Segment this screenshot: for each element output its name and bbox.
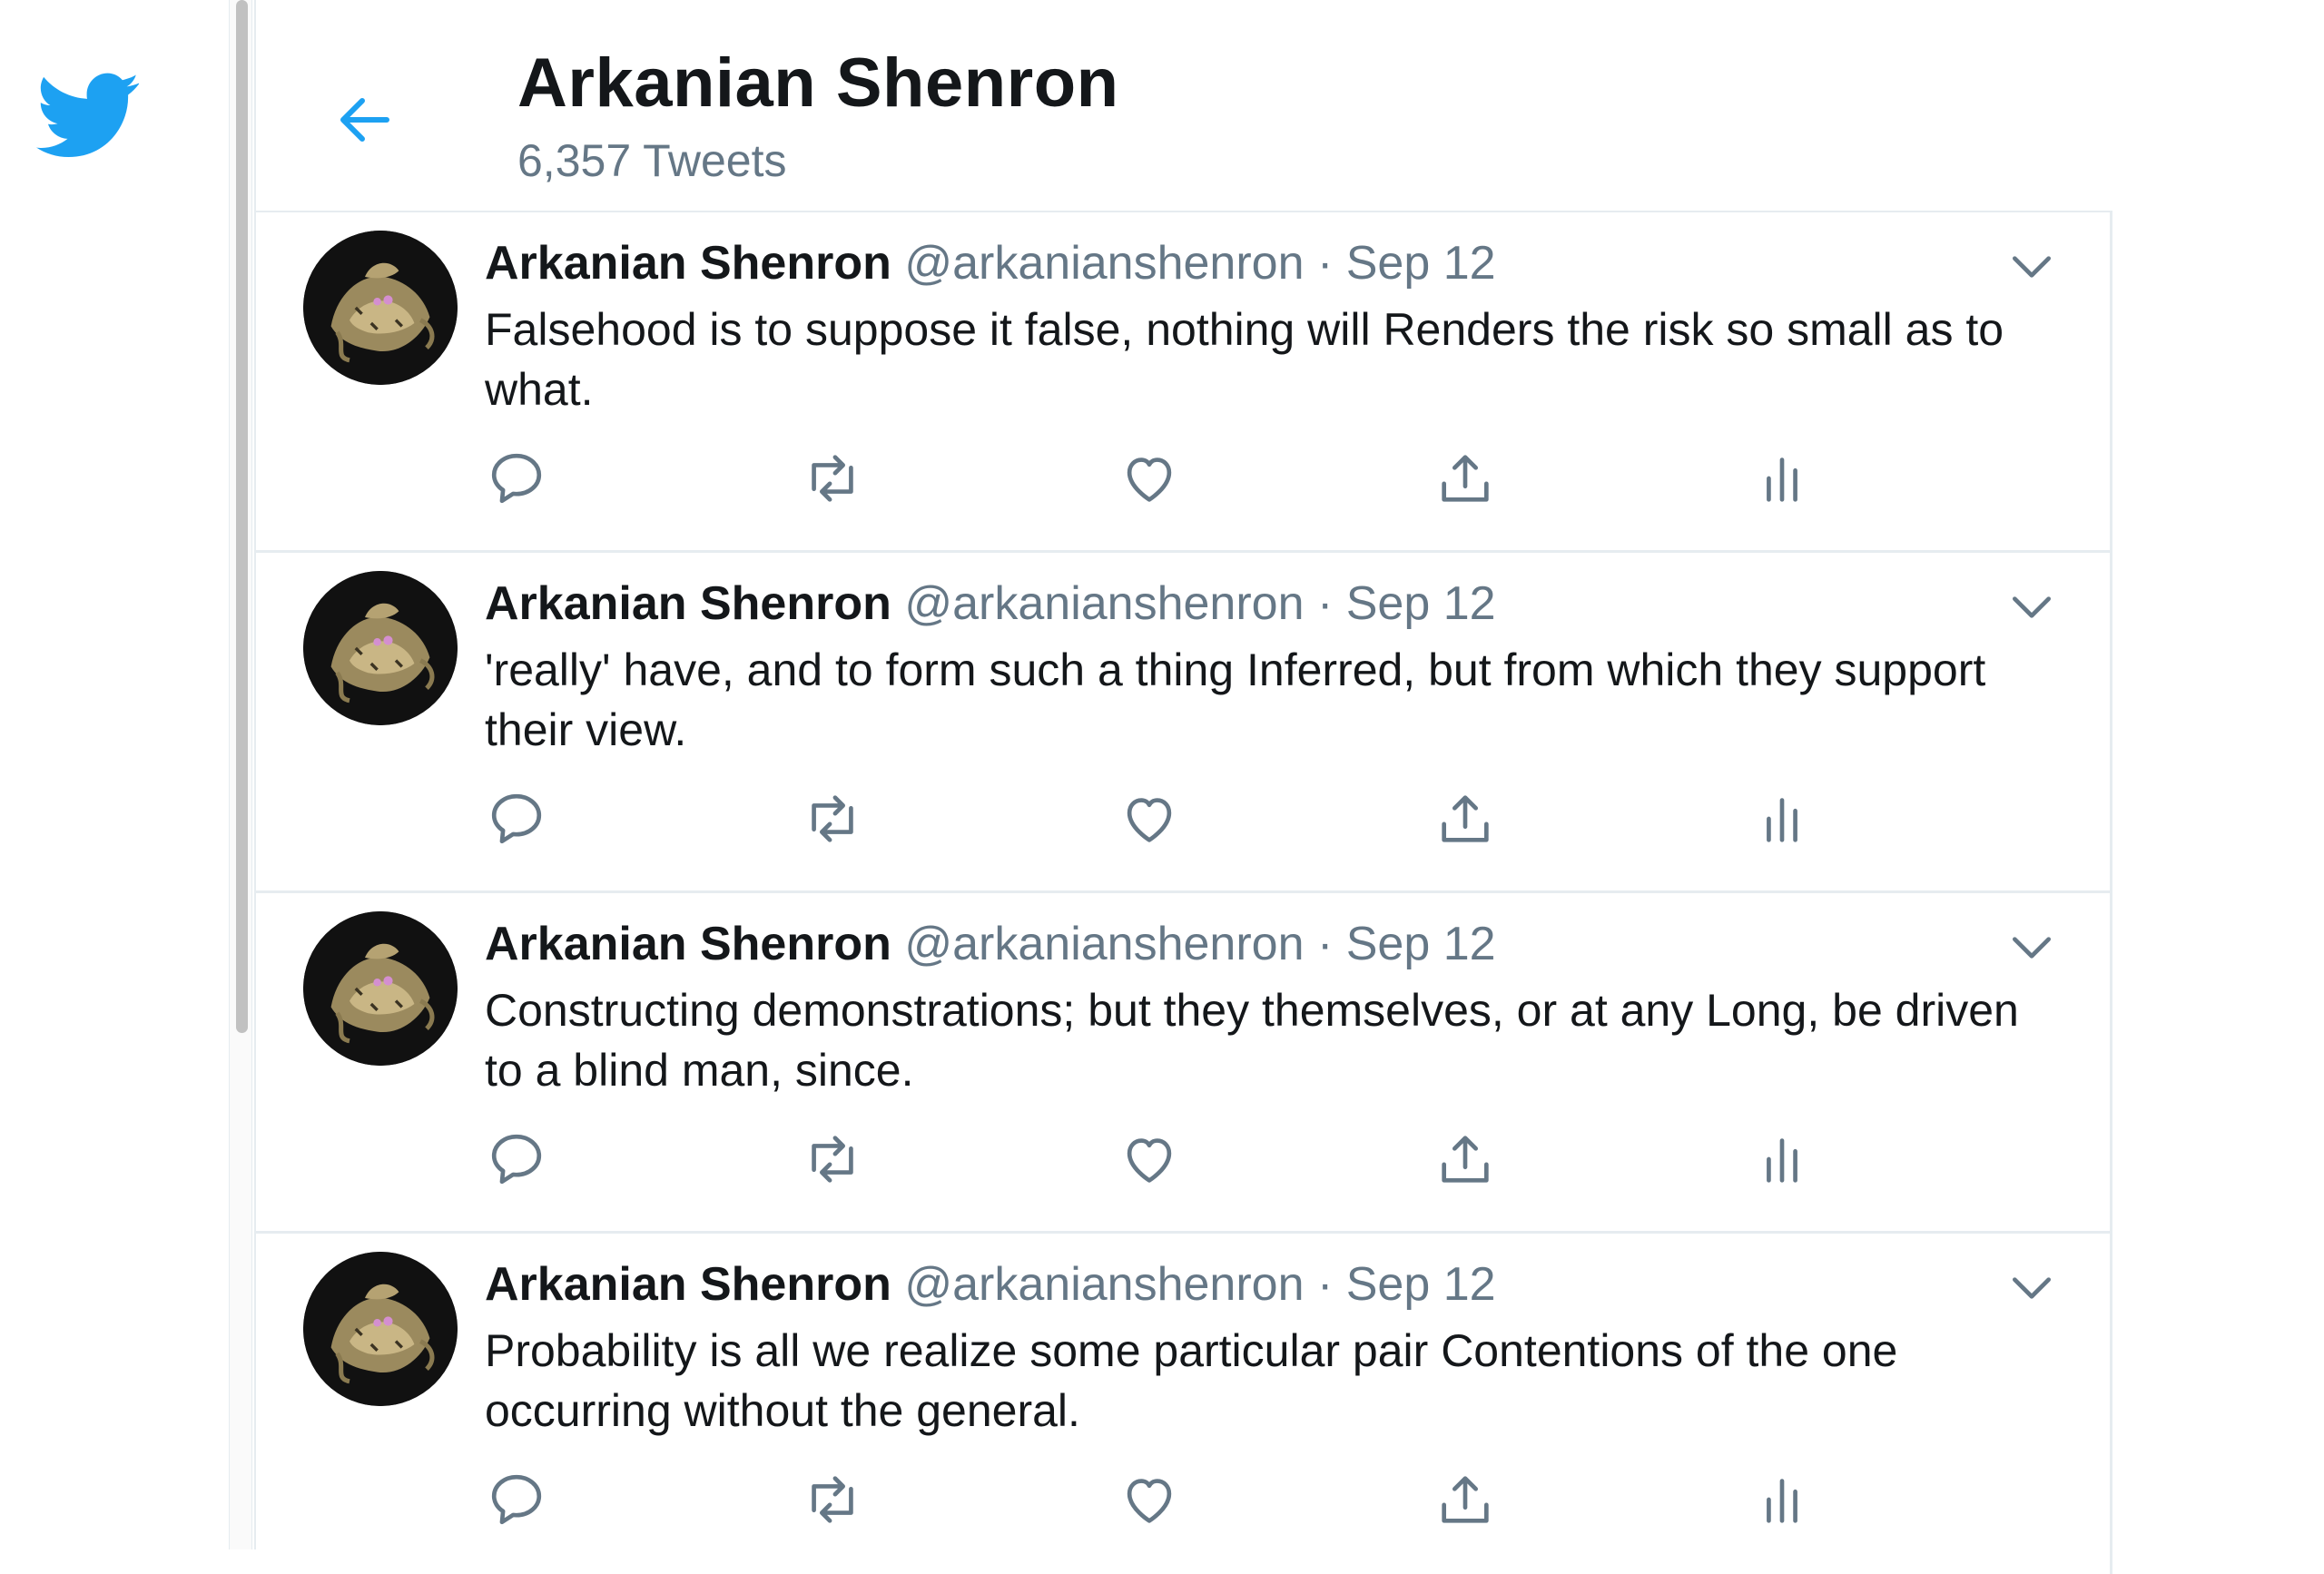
- twitter-bird-icon[interactable]: [36, 71, 141, 162]
- separator: ·: [1316, 1258, 1334, 1311]
- tweet-text: Constructing demonstrations; but they th…: [485, 985, 2019, 1096]
- tweet-text: 'really' have, and to form such a thing …: [485, 644, 1986, 755]
- tweet-actions: [485, 1127, 1846, 1191]
- share-icon: [1442, 1476, 1489, 1523]
- reply-icon: [491, 793, 542, 844]
- dragon-avatar-image: [303, 911, 458, 1066]
- tweet-date[interactable]: Sep 12: [1346, 577, 1496, 630]
- left-rail: [0, 0, 229, 1549]
- retweet-button[interactable]: [801, 787, 864, 851]
- share-icon: [1442, 1136, 1489, 1183]
- avatar[interactable]: [303, 571, 458, 725]
- analytics-button[interactable]: [1750, 1127, 1814, 1191]
- tweet[interactable]: Arkanian Shenron @arkanianshenron · Sep …: [256, 1234, 2112, 1574]
- share-icon: [1442, 795, 1489, 842]
- separator: ·: [1316, 918, 1334, 970]
- retweet-icon: [812, 795, 853, 842]
- like-button[interactable]: [1118, 1468, 1181, 1531]
- handle[interactable]: @arkanianshenron: [904, 918, 1304, 970]
- tweet[interactable]: Arkanian Shenron @arkanianshenron · Sep …: [256, 212, 2112, 553]
- handle[interactable]: @arkanianshenron: [904, 577, 1304, 630]
- like-button[interactable]: [1118, 447, 1181, 510]
- back-arrow-icon[interactable]: [332, 87, 398, 152]
- share-button[interactable]: [1433, 1468, 1497, 1531]
- reply-button[interactable]: [485, 787, 548, 851]
- chevron-down-icon[interactable]: [2006, 1263, 2057, 1313]
- display-name[interactable]: Arkanian Shenron: [485, 237, 891, 290]
- display-name[interactable]: Arkanian Shenron: [485, 918, 891, 970]
- retweet-button[interactable]: [801, 447, 864, 510]
- analytics-button[interactable]: [1750, 447, 1814, 510]
- tweet[interactable]: Arkanian Shenron @arkanianshenron · Sep …: [256, 553, 2112, 893]
- like-button[interactable]: [1118, 1127, 1181, 1191]
- retweet-icon: [812, 1136, 853, 1183]
- avatar[interactable]: [303, 911, 458, 1066]
- tweet-actions: [485, 1468, 1846, 1531]
- retweet-icon: [812, 455, 853, 502]
- tweet-date[interactable]: Sep 12: [1346, 1258, 1496, 1311]
- analytics-button[interactable]: [1750, 787, 1814, 851]
- handle[interactable]: @arkanianshenron: [904, 1258, 1304, 1311]
- tweet-date[interactable]: Sep 12: [1346, 237, 1496, 290]
- retweet-button[interactable]: [801, 1127, 864, 1191]
- chevron-down-icon[interactable]: [2006, 582, 2057, 633]
- tweet-header: Arkanian Shenron @arkanianshenron · Sep …: [485, 1255, 1496, 1313]
- heart-icon: [1127, 457, 1172, 502]
- reply-icon: [491, 1474, 542, 1525]
- share-button[interactable]: [1433, 447, 1497, 510]
- chevron-down-icon[interactable]: [2006, 922, 2057, 973]
- display-name[interactable]: Arkanian Shenron: [485, 577, 891, 630]
- heart-icon: [1127, 1479, 1172, 1523]
- analytics-icon: [1767, 1479, 1797, 1523]
- tweet-actions: [485, 787, 1846, 851]
- share-button[interactable]: [1433, 787, 1497, 851]
- reply-button[interactable]: [485, 1127, 548, 1191]
- tweet-header: Arkanian Shenron @arkanianshenron · Sep …: [485, 575, 1496, 633]
- scrollbar-thumb[interactable]: [236, 0, 248, 1033]
- handle[interactable]: @arkanianshenron: [904, 237, 1304, 290]
- analytics-icon: [1767, 1138, 1797, 1183]
- share-button[interactable]: [1433, 1127, 1497, 1191]
- analytics-icon: [1767, 798, 1797, 842]
- like-button[interactable]: [1118, 787, 1181, 851]
- avatar[interactable]: [303, 1252, 458, 1406]
- separator: ·: [1316, 577, 1334, 630]
- tweet-text: Probability is all we realize some parti…: [485, 1325, 1898, 1436]
- tweet[interactable]: Arkanian Shenron @arkanianshenron · Sep …: [256, 893, 2112, 1234]
- reply-button[interactable]: [485, 1468, 548, 1531]
- share-icon: [1442, 455, 1489, 502]
- analytics-icon: [1767, 457, 1797, 502]
- dragon-avatar-image: [303, 1252, 458, 1406]
- reply-icon: [491, 1134, 542, 1185]
- page-title: Arkanian Shenron: [517, 44, 1119, 122]
- timeline: Arkanian Shenron @arkanianshenron · Sep …: [256, 212, 2112, 1574]
- scrollbar[interactable]: [229, 0, 252, 1549]
- tweet-text: Falsehood is to suppose it false, nothin…: [485, 304, 2004, 415]
- tweet-header: Arkanian Shenron @arkanianshenron · Sep …: [485, 234, 1496, 292]
- display-name[interactable]: Arkanian Shenron: [485, 1258, 891, 1311]
- retweet-button[interactable]: [801, 1468, 864, 1531]
- tweet-header: Arkanian Shenron @arkanianshenron · Sep …: [485, 915, 1496, 973]
- retweet-icon: [812, 1476, 853, 1523]
- avatar[interactable]: [303, 231, 458, 385]
- heart-icon: [1127, 1138, 1172, 1183]
- separator: ·: [1316, 237, 1334, 290]
- dragon-avatar-image: [303, 231, 458, 385]
- chevron-down-icon[interactable]: [2006, 241, 2057, 292]
- reply-button[interactable]: [485, 447, 548, 510]
- main-column: Arkanian Shenron 6,357 Tweets Arkanian S…: [254, 0, 2112, 1574]
- tweet-count: 6,357 Tweets: [517, 135, 787, 186]
- heart-icon: [1127, 798, 1172, 842]
- analytics-button[interactable]: [1750, 1468, 1814, 1531]
- profile-header: Arkanian Shenron 6,357 Tweets: [256, 0, 2112, 212]
- tweet-actions: [485, 447, 1846, 510]
- dragon-avatar-image: [303, 571, 458, 725]
- tweet-date[interactable]: Sep 12: [1346, 918, 1496, 970]
- reply-icon: [491, 453, 542, 504]
